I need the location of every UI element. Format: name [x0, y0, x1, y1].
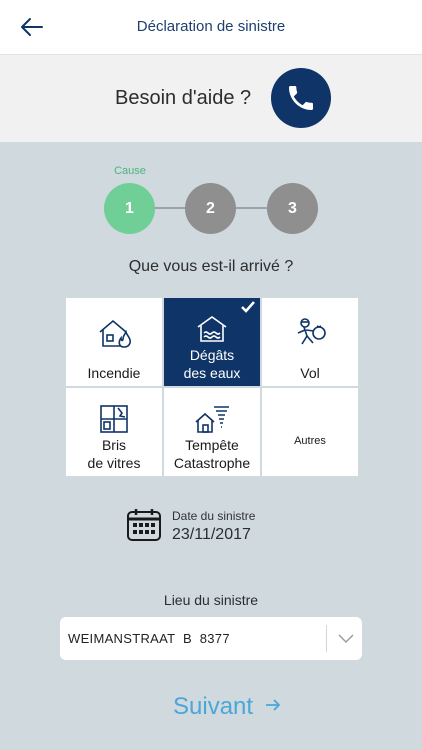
date-value[interactable]: 23/11/2017	[172, 526, 251, 544]
cause-tile-incendie[interactable]: Incendie	[66, 298, 162, 386]
step-3[interactable]: 3	[267, 183, 318, 234]
lieu-value: WEIMANSTRAAT B 8377	[68, 631, 230, 646]
water-damage-icon	[164, 314, 260, 348]
app-header: Déclaration de sinistre	[0, 0, 422, 55]
cause-label: Bris de vitres	[87, 437, 141, 471]
question-heading: Que vous est-il arrivé ?	[128, 258, 294, 275]
call-button[interactable]	[271, 68, 331, 128]
storm-icon	[164, 404, 260, 438]
broken-glass-icon	[66, 404, 162, 438]
next-label: Suivant	[173, 693, 254, 720]
cause-label: Autres	[294, 435, 326, 447]
cause-tile-bris-de-vitres[interactable]: Bris de vitres	[66, 388, 162, 476]
select-divider	[326, 625, 327, 652]
chevron-down-icon[interactable]	[338, 631, 354, 650]
lieu-select[interactable]: WEIMANSTRAAT B 8377	[60, 617, 362, 660]
thief-icon	[262, 316, 358, 350]
cause-label: Dégâts des eaux	[183, 347, 241, 381]
cause-tile-vol[interactable]: Vol	[262, 298, 358, 386]
cause-label: Vol	[300, 365, 320, 381]
step-2[interactable]: 2	[185, 183, 236, 234]
page-title: Déclaration de sinistre	[136, 18, 286, 35]
step-caption: Cause	[114, 165, 146, 177]
help-bar: Besoin d'aide ?	[0, 55, 422, 142]
calendar-icon[interactable]	[126, 508, 162, 542]
arrow-right-icon	[265, 698, 281, 716]
help-text: Besoin d'aide ?	[115, 87, 252, 109]
next-button[interactable]: Suivant	[173, 691, 281, 723]
cause-tile-degats-des-eaux[interactable]: Dégâts des eaux	[164, 298, 260, 386]
cause-label: Incendie	[87, 365, 141, 381]
cause-tile-tempete-catastrophe[interactable]: Tempête Catastrophe	[164, 388, 260, 476]
lieu-label: Lieu du sinistre	[163, 592, 259, 608]
date-label: Date du sinistre	[172, 509, 256, 523]
step-1[interactable]: 1	[104, 183, 155, 234]
house-fire-icon	[66, 316, 162, 350]
cause-label: Tempête Catastrophe	[173, 437, 251, 471]
cause-tile-autres[interactable]: Autres	[262, 388, 358, 476]
phone-icon	[289, 86, 313, 110]
